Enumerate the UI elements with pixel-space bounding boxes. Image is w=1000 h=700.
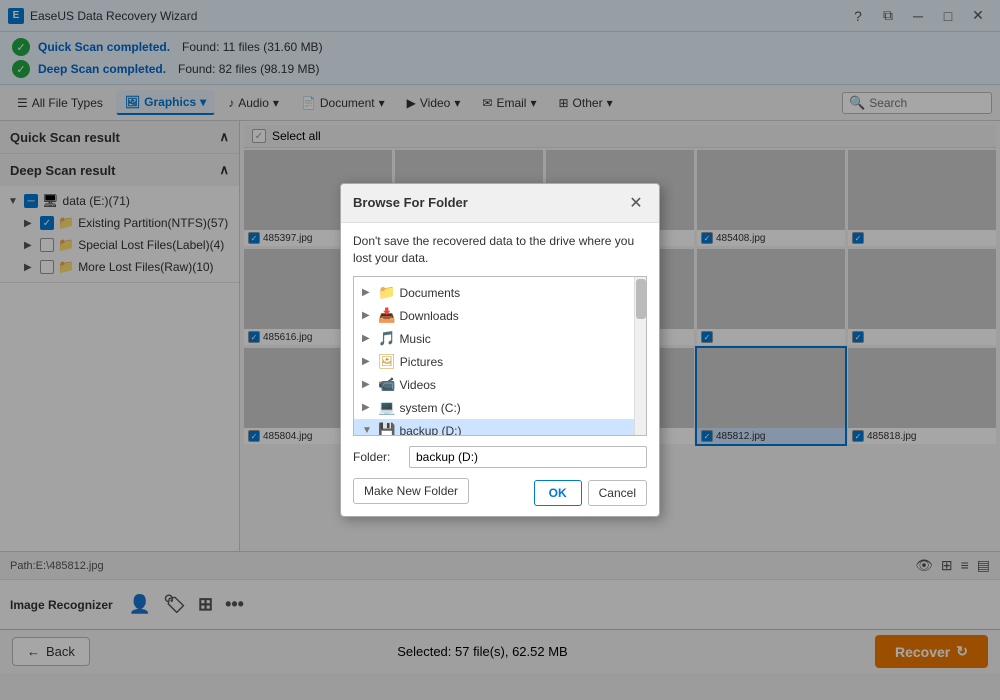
folder-label-systemc: system (C:) [399, 401, 460, 415]
folder-label-documents: Documents [399, 286, 460, 300]
dialog-close-button[interactable]: ✕ [625, 192, 647, 214]
folder-tree-scrollbar[interactable] [634, 277, 646, 435]
folder-item-music[interactable]: ▶ 🎵 Music [354, 327, 646, 350]
folder-tree[interactable]: ▶ 📁 Documents ▶ 📥 Downloads ▶ 🎵 Music ▶ … [353, 276, 647, 436]
folder-item-documents[interactable]: ▶ 📁 Documents [354, 281, 646, 304]
folder-item-systemc[interactable]: ▶ 💻 system (C:) [354, 396, 646, 419]
make-new-folder-button[interactable]: Make New Folder [353, 478, 469, 504]
folder-label-videos: Videos [399, 378, 435, 392]
pictures-folder-icon: 🖼 [378, 353, 396, 370]
documents-folder-icon: 📁 [378, 284, 395, 301]
folder-input-row: Folder: [353, 446, 647, 468]
folder-label-backupd: backup (D:) [399, 424, 461, 437]
dialog-title: Browse For Folder [353, 195, 468, 210]
systemc-drive-icon: 💻 [378, 399, 395, 416]
folder-item-backupd[interactable]: ▼ 💾 backup (D:) [354, 419, 646, 436]
dialog-warning-text: Don't save the recovered data to the dri… [353, 233, 647, 267]
dialog-footer: Make New Folder OK Cancel [353, 476, 647, 506]
downloads-arrow-icon: ▶ [362, 310, 374, 321]
folder-label-downloads: Downloads [399, 309, 458, 323]
scrollbar-thumb [636, 279, 646, 319]
folder-item-pictures[interactable]: ▶ 🖼 Pictures [354, 350, 646, 373]
browse-folder-dialog: Browse For Folder ✕ Don't save the recov… [340, 183, 660, 518]
systemc-arrow-icon: ▶ [362, 402, 374, 413]
folder-label-pictures: Pictures [400, 355, 443, 369]
folder-label-music: Music [399, 332, 430, 346]
dialog-header: Browse For Folder ✕ [341, 184, 659, 223]
dialog-body: Don't save the recovered data to the dri… [341, 223, 659, 517]
dialog-ok-cancel-group: OK Cancel [534, 480, 647, 506]
folder-item-downloads[interactable]: ▶ 📥 Downloads [354, 304, 646, 327]
documents-arrow-icon: ▶ [362, 287, 374, 298]
pictures-arrow-icon: ▶ [362, 356, 374, 367]
videos-arrow-icon: ▶ [362, 379, 374, 390]
folder-input-label: Folder: [353, 450, 403, 464]
downloads-folder-icon: 📥 [378, 307, 395, 324]
ok-button[interactable]: OK [534, 480, 582, 506]
folder-path-input[interactable] [409, 446, 647, 468]
music-folder-icon: 🎵 [378, 330, 395, 347]
backupd-arrow-icon: ▼ [362, 425, 374, 436]
backupd-drive-icon: 💾 [378, 422, 395, 436]
folder-item-videos[interactable]: ▶ 📹 Videos [354, 373, 646, 396]
dialog-overlay: Browse For Folder ✕ Don't save the recov… [0, 0, 1000, 700]
cancel-button[interactable]: Cancel [588, 480, 647, 506]
music-arrow-icon: ▶ [362, 333, 374, 344]
videos-folder-icon: 📹 [378, 376, 395, 393]
